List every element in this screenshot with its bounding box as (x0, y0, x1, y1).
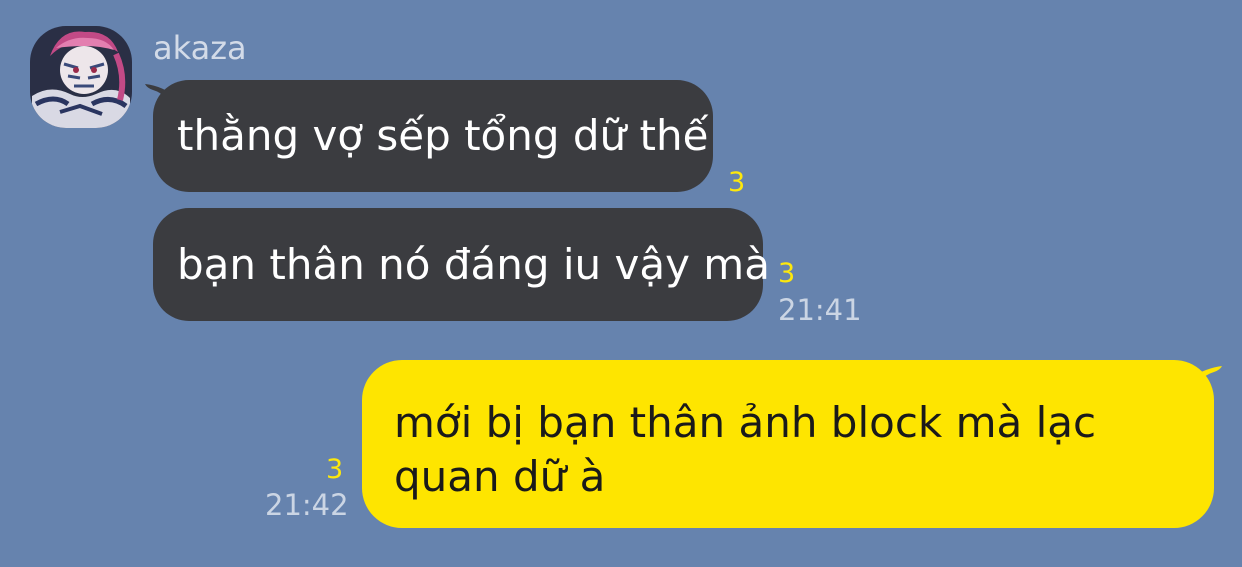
message-text: thằng vợ sếp tổng dữ thế (177, 111, 709, 160)
incoming-message-bubble[interactable]: thằng vợ sếp tổng dữ thế (153, 80, 713, 192)
sender-name: akaza (153, 29, 247, 67)
unread-count: 3 (326, 454, 344, 485)
chat-view: akaza thằng vợ sếp tổng dữ thế 3 bạn thâ… (0, 0, 1242, 567)
message-timestamp: 21:41 (778, 293, 862, 327)
unread-count: 3 (778, 258, 796, 289)
message-timestamp: 21:42 (265, 488, 349, 522)
incoming-message-bubble[interactable]: bạn thân nó đáng iu vậy mà (153, 208, 770, 321)
unread-count: 3 (728, 167, 746, 198)
message-text: bạn thân nó đáng iu vậy mà (177, 240, 770, 289)
sender-avatar[interactable] (30, 26, 132, 128)
message-text: mới bị bạn thân ảnh block mà lạc quan dữ… (394, 398, 1097, 501)
outgoing-message-bubble[interactable]: mới bị bạn thân ảnh block mà lạc quan dữ… (362, 360, 1214, 528)
avatar-image (30, 26, 132, 128)
